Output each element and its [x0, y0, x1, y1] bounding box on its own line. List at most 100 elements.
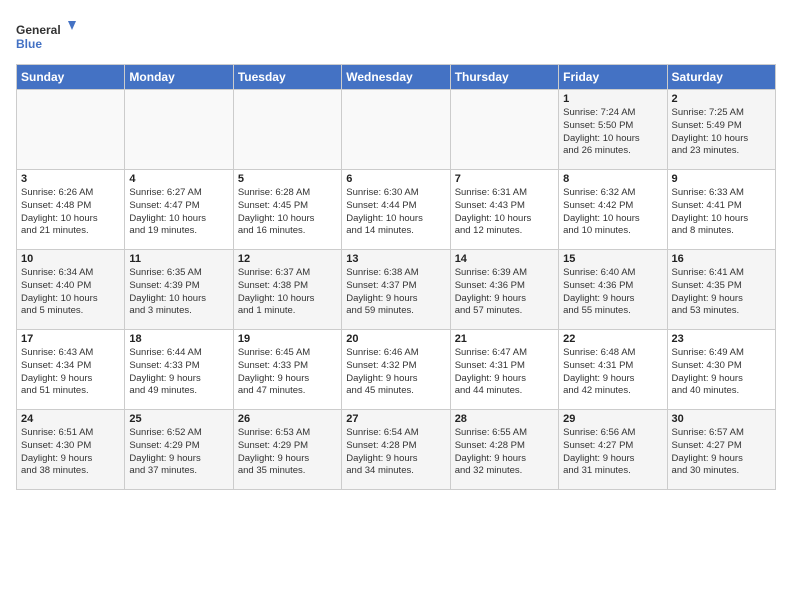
day-number: 5: [238, 173, 337, 185]
calendar-cell: 1Sunrise: 7:24 AM Sunset: 5:50 PM Daylig…: [559, 90, 667, 170]
day-info: Sunrise: 6:27 AM Sunset: 4:47 PM Dayligh…: [129, 187, 228, 238]
day-info: Sunrise: 6:46 AM Sunset: 4:32 PM Dayligh…: [346, 347, 445, 398]
day-info: Sunrise: 6:28 AM Sunset: 4:45 PM Dayligh…: [238, 187, 337, 238]
day-number: 3: [21, 173, 120, 185]
day-info: Sunrise: 6:40 AM Sunset: 4:36 PM Dayligh…: [563, 267, 662, 318]
weekday-header-friday: Friday: [559, 65, 667, 90]
day-number: 28: [455, 413, 554, 425]
weekday-header-saturday: Saturday: [667, 65, 775, 90]
day-info: Sunrise: 6:52 AM Sunset: 4:29 PM Dayligh…: [129, 427, 228, 478]
day-number: 16: [672, 253, 771, 265]
calendar-cell: [450, 90, 558, 170]
logo-icon: General Blue: [16, 16, 76, 56]
weekday-header-monday: Monday: [125, 65, 233, 90]
day-number: 17: [21, 333, 120, 345]
day-info: Sunrise: 6:56 AM Sunset: 4:27 PM Dayligh…: [563, 427, 662, 478]
day-info: Sunrise: 6:38 AM Sunset: 4:37 PM Dayligh…: [346, 267, 445, 318]
calendar-cell: 28Sunrise: 6:55 AM Sunset: 4:28 PM Dayli…: [450, 410, 558, 490]
day-info: Sunrise: 6:41 AM Sunset: 4:35 PM Dayligh…: [672, 267, 771, 318]
day-info: Sunrise: 6:32 AM Sunset: 4:42 PM Dayligh…: [563, 187, 662, 238]
day-info: Sunrise: 6:35 AM Sunset: 4:39 PM Dayligh…: [129, 267, 228, 318]
calendar-cell: [233, 90, 341, 170]
day-info: Sunrise: 6:54 AM Sunset: 4:28 PM Dayligh…: [346, 427, 445, 478]
day-number: 29: [563, 413, 662, 425]
calendar-cell: 25 Sunrise: 6:52 AM Sunset: 4:29 PM Dayli…: [125, 410, 233, 490]
calendar-cell: 22Sunrise: 6:48 AM Sunset: 4:31 PM Dayli…: [559, 330, 667, 410]
day-info: Sunrise: 6:43 AM Sunset: 4:34 PM Dayligh…: [21, 347, 120, 398]
calendar-cell: 15 Sunrise: 6:40 AM Sunset: 4:36 PM Dayli…: [559, 250, 667, 330]
day-info: Sunrise: 6:39 AM Sunset: 4:36 PM Dayligh…: [455, 267, 554, 318]
calendar-cell: 16 Sunrise: 6:41 AM Sunset: 4:35 PM Dayli…: [667, 250, 775, 330]
week-row-4: 17 Sunrise: 6:43 AM Sunset: 4:34 PM Dayli…: [17, 330, 776, 410]
week-row-3: 10 Sunrise: 6:34 AM Sunset: 4:40 PM Dayli…: [17, 250, 776, 330]
day-number: 11: [129, 253, 228, 265]
day-number: 30: [672, 413, 771, 425]
calendar-cell: [17, 90, 125, 170]
day-number: 8: [563, 173, 662, 185]
day-info: Sunrise: 7:25 AM Sunset: 5:49 PM Dayligh…: [672, 107, 771, 158]
calendar-cell: 6 Sunrise: 6:30 AM Sunset: 4:44 PM Daylig…: [342, 170, 450, 250]
calendar-cell: 29 Sunrise: 6:56 AM Sunset: 4:27 PM Dayli…: [559, 410, 667, 490]
day-number: 15: [563, 253, 662, 265]
calendar-cell: 2Sunrise: 7:25 AM Sunset: 5:49 PM Daylig…: [667, 90, 775, 170]
day-number: 19: [238, 333, 337, 345]
day-info: Sunrise: 6:30 AM Sunset: 4:44 PM Dayligh…: [346, 187, 445, 238]
calendar-cell: 14 Sunrise: 6:39 AM Sunset: 4:36 PM Dayli…: [450, 250, 558, 330]
day-number: 12: [238, 253, 337, 265]
calendar-cell: [342, 90, 450, 170]
calendar-cell: 17 Sunrise: 6:43 AM Sunset: 4:34 PM Dayli…: [17, 330, 125, 410]
weekday-header-thursday: Thursday: [450, 65, 558, 90]
calendar-cell: 24 Sunrise: 6:51 AM Sunset: 4:30 PM Dayli…: [17, 410, 125, 490]
calendar-cell: 20Sunrise: 6:46 AM Sunset: 4:32 PM Dayli…: [342, 330, 450, 410]
calendar-cell: 7 Sunrise: 6:31 AM Sunset: 4:43 PM Daylig…: [450, 170, 558, 250]
day-info: Sunrise: 6:47 AM Sunset: 4:31 PM Dayligh…: [455, 347, 554, 398]
day-info: Sunrise: 6:34 AM Sunset: 4:40 PM Dayligh…: [21, 267, 120, 318]
day-number: 24: [21, 413, 120, 425]
calendar-cell: 11 Sunrise: 6:35 AM Sunset: 4:39 PM Dayli…: [125, 250, 233, 330]
weekday-header-tuesday: Tuesday: [233, 65, 341, 90]
calendar-cell: 30 Sunrise: 6:57 AM Sunset: 4:27 PM Dayli…: [667, 410, 775, 490]
day-info: Sunrise: 6:37 AM Sunset: 4:38 PM Dayligh…: [238, 267, 337, 318]
week-row-5: 24 Sunrise: 6:51 AM Sunset: 4:30 PM Dayli…: [17, 410, 776, 490]
day-number: 13: [346, 253, 445, 265]
week-row-1: 1Sunrise: 7:24 AM Sunset: 5:50 PM Daylig…: [17, 90, 776, 170]
weekday-header-wednesday: Wednesday: [342, 65, 450, 90]
day-number: 10: [21, 253, 120, 265]
calendar-table: SundayMondayTuesdayWednesdayThursdayFrid…: [16, 64, 776, 490]
calendar-cell: 18 Sunrise: 6:44 AM Sunset: 4:33 PM Dayli…: [125, 330, 233, 410]
day-info: Sunrise: 6:33 AM Sunset: 4:41 PM Dayligh…: [672, 187, 771, 238]
calendar-cell: 19 Sunrise: 6:45 AM Sunset: 4:33 PM Dayli…: [233, 330, 341, 410]
calendar-cell: 13 Sunrise: 6:38 AM Sunset: 4:37 PM Dayli…: [342, 250, 450, 330]
calendar-cell: 26Sunrise: 6:53 AM Sunset: 4:29 PM Dayli…: [233, 410, 341, 490]
day-info: Sunrise: 6:44 AM Sunset: 4:33 PM Dayligh…: [129, 347, 228, 398]
day-number: 21: [455, 333, 554, 345]
day-number: 1: [563, 93, 662, 105]
weekday-header-row: SundayMondayTuesdayWednesdayThursdayFrid…: [17, 65, 776, 90]
svg-text:Blue: Blue: [16, 37, 42, 51]
week-row-2: 3 Sunrise: 6:26 AM Sunset: 4:48 PM Daylig…: [17, 170, 776, 250]
logo: General Blue: [16, 16, 76, 56]
day-info: Sunrise: 6:51 AM Sunset: 4:30 PM Dayligh…: [21, 427, 120, 478]
calendar-cell: 10 Sunrise: 6:34 AM Sunset: 4:40 PM Dayli…: [17, 250, 125, 330]
day-info: Sunrise: 6:26 AM Sunset: 4:48 PM Dayligh…: [21, 187, 120, 238]
calendar-cell: [125, 90, 233, 170]
day-number: 26: [238, 413, 337, 425]
day-info: Sunrise: 6:48 AM Sunset: 4:31 PM Dayligh…: [563, 347, 662, 398]
day-info: Sunrise: 6:31 AM Sunset: 4:43 PM Dayligh…: [455, 187, 554, 238]
day-number: 14: [455, 253, 554, 265]
day-info: Sunrise: 6:49 AM Sunset: 4:30 PM Dayligh…: [672, 347, 771, 398]
day-number: 18: [129, 333, 228, 345]
calendar-cell: 4 Sunrise: 6:27 AM Sunset: 4:47 PM Daylig…: [125, 170, 233, 250]
calendar-cell: 3 Sunrise: 6:26 AM Sunset: 4:48 PM Daylig…: [17, 170, 125, 250]
day-info: Sunrise: 6:45 AM Sunset: 4:33 PM Dayligh…: [238, 347, 337, 398]
calendar-cell: 27 Sunrise: 6:54 AM Sunset: 4:28 PM Dayli…: [342, 410, 450, 490]
day-number: 4: [129, 173, 228, 185]
day-number: 6: [346, 173, 445, 185]
day-number: 23: [672, 333, 771, 345]
day-info: Sunrise: 6:57 AM Sunset: 4:27 PM Dayligh…: [672, 427, 771, 478]
day-number: 27: [346, 413, 445, 425]
day-number: 9: [672, 173, 771, 185]
calendar-cell: 21 Sunrise: 6:47 AM Sunset: 4:31 PM Dayli…: [450, 330, 558, 410]
day-number: 7: [455, 173, 554, 185]
day-number: 25: [129, 413, 228, 425]
